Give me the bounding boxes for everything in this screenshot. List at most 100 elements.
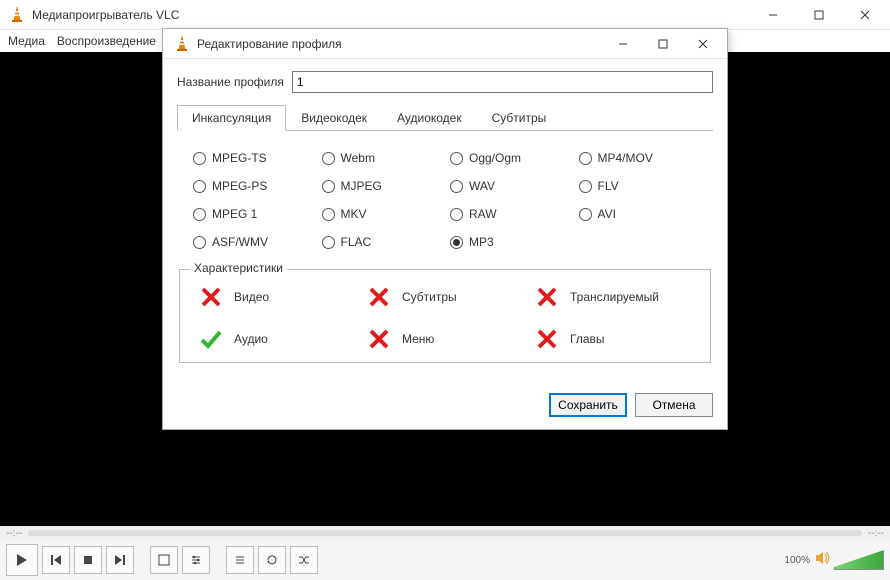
main-titlebar: Медиапроигрыватель VLC [0, 0, 890, 30]
dialog-buttons: Сохранить Отмена [163, 381, 727, 429]
tab-encapsulation[interactable]: Инкапсуляция [177, 105, 286, 131]
radio-icon [450, 208, 463, 221]
main-title: Медиапроигрыватель VLC [32, 8, 750, 22]
seek-track[interactable] [28, 530, 862, 536]
play-button[interactable] [6, 544, 38, 576]
encapsulation-option[interactable]: Ogg/Ogm [450, 151, 569, 165]
dialog-body: Название профиля Инкапсуляция Видеокодек… [163, 59, 727, 381]
characteristics-legend: Характеристики [190, 261, 287, 275]
speaker-icon[interactable] [814, 550, 830, 571]
next-button[interactable] [106, 546, 134, 574]
radio-icon [193, 180, 206, 193]
shuffle-button[interactable] [290, 546, 318, 574]
encapsulation-option[interactable]: MPEG-PS [193, 179, 312, 193]
radio-icon [579, 180, 592, 193]
characteristics-fieldset: Характеристики ВидеоСубтитрыТранслируемы… [179, 269, 711, 363]
characteristic-label: Меню [402, 332, 434, 346]
radio-label: MP3 [469, 235, 494, 249]
dialog-maximize-button[interactable] [643, 30, 683, 58]
characteristic-video: Видео [198, 284, 356, 310]
characteristic-chapters: Главы [534, 326, 692, 352]
cross-icon [366, 284, 392, 310]
extended-settings-button[interactable] [182, 546, 210, 574]
stop-button[interactable] [74, 546, 102, 574]
radio-icon [579, 208, 592, 221]
menu-media[interactable]: Медиа [8, 34, 45, 48]
fullscreen-button[interactable] [150, 546, 178, 574]
cross-icon [366, 326, 392, 352]
menu-playback[interactable]: Воспроизведение [57, 34, 156, 48]
radio-label: FLV [598, 179, 619, 193]
radio-label: MPEG 1 [212, 207, 257, 221]
radio-icon [193, 152, 206, 165]
encapsulation-option[interactable]: WAV [450, 179, 569, 193]
volume-slider[interactable] [834, 550, 884, 570]
characteristic-menu: Меню [366, 326, 524, 352]
timeline: --:-- --:-- [0, 526, 890, 540]
dialog-close-button[interactable] [683, 30, 723, 58]
dialog-title: Редактирование профиля [197, 37, 603, 51]
volume-area: 100% [784, 550, 884, 571]
radio-icon [579, 152, 592, 165]
encapsulation-option[interactable]: Webm [322, 151, 441, 165]
encapsulation-option[interactable]: MJPEG [322, 179, 441, 193]
encapsulation-option[interactable]: RAW [450, 207, 569, 221]
radio-icon [322, 180, 335, 193]
profile-edit-dialog: Редактирование профиля Название профиля … [162, 28, 728, 430]
encapsulation-option[interactable]: MPEG 1 [193, 207, 312, 221]
encapsulation-option[interactable]: MPEG-TS [193, 151, 312, 165]
main-minimize-button[interactable] [750, 0, 796, 30]
radio-icon [450, 236, 463, 249]
radio-label: Ogg/Ogm [469, 151, 521, 165]
characteristic-label: Транслируемый [570, 290, 659, 304]
radio-label: WAV [469, 179, 495, 193]
encapsulation-option[interactable]: MP4/MOV [579, 151, 698, 165]
loop-button[interactable] [258, 546, 286, 574]
characteristic-label: Аудио [234, 332, 268, 346]
radio-icon [193, 208, 206, 221]
radio-icon [450, 180, 463, 193]
cancel-button[interactable]: Отмена [635, 393, 713, 417]
vlc-cone-icon [8, 6, 26, 24]
radio-icon [322, 236, 335, 249]
dialog-titlebar: Редактирование профиля [163, 29, 727, 59]
radio-label: RAW [469, 207, 497, 221]
tab-subtitles[interactable]: Субтитры [477, 105, 562, 131]
radio-icon [450, 152, 463, 165]
dialog-minimize-button[interactable] [603, 30, 643, 58]
radio-icon [322, 152, 335, 165]
profile-name-input[interactable] [292, 71, 713, 93]
characteristic-subtitles: Субтитры [366, 284, 524, 310]
encapsulation-option[interactable]: AVI [579, 207, 698, 221]
tab-audiocodec[interactable]: Аудиокодек [382, 105, 477, 131]
profile-name-label: Название профиля [177, 75, 284, 89]
encapsulation-option[interactable]: MKV [322, 207, 441, 221]
tabs: Инкапсуляция Видеокодек Аудиокодек Субти… [177, 105, 713, 131]
radio-icon [193, 236, 206, 249]
radio-label: FLAC [341, 235, 372, 249]
main-close-button[interactable] [842, 0, 888, 30]
encapsulation-option[interactable]: ASF/WMV [193, 235, 312, 249]
main-maximize-button[interactable] [796, 0, 842, 30]
radio-label: Webm [341, 151, 375, 165]
radio-label: ASF/WMV [212, 235, 268, 249]
characteristic-label: Главы [570, 332, 605, 346]
encapsulation-option[interactable]: MP3 [450, 235, 569, 249]
radio-label: MJPEG [341, 179, 382, 193]
encapsulation-option[interactable]: FLAC [322, 235, 441, 249]
save-button[interactable]: Сохранить [549, 393, 627, 417]
characteristic-streamable: Транслируемый [534, 284, 692, 310]
radio-label: MPEG-TS [212, 151, 267, 165]
encapsulation-grid: MPEG-TS Webm Ogg/Ogm MP4/MOV MPEG-PS MJPEG WAV… [177, 131, 713, 259]
radio-icon [322, 208, 335, 221]
time-total: --:-- [868, 528, 884, 539]
playlist-button[interactable] [226, 546, 254, 574]
tab-videocodec[interactable]: Видеокодек [286, 105, 382, 131]
cross-icon [198, 284, 224, 310]
radio-label: MP4/MOV [598, 151, 653, 165]
vlc-cone-icon [173, 35, 191, 53]
encapsulation-option[interactable]: FLV [579, 179, 698, 193]
controls-bar: 100% [0, 540, 890, 580]
prev-button[interactable] [42, 546, 70, 574]
characteristic-audio: Аудио [198, 326, 356, 352]
